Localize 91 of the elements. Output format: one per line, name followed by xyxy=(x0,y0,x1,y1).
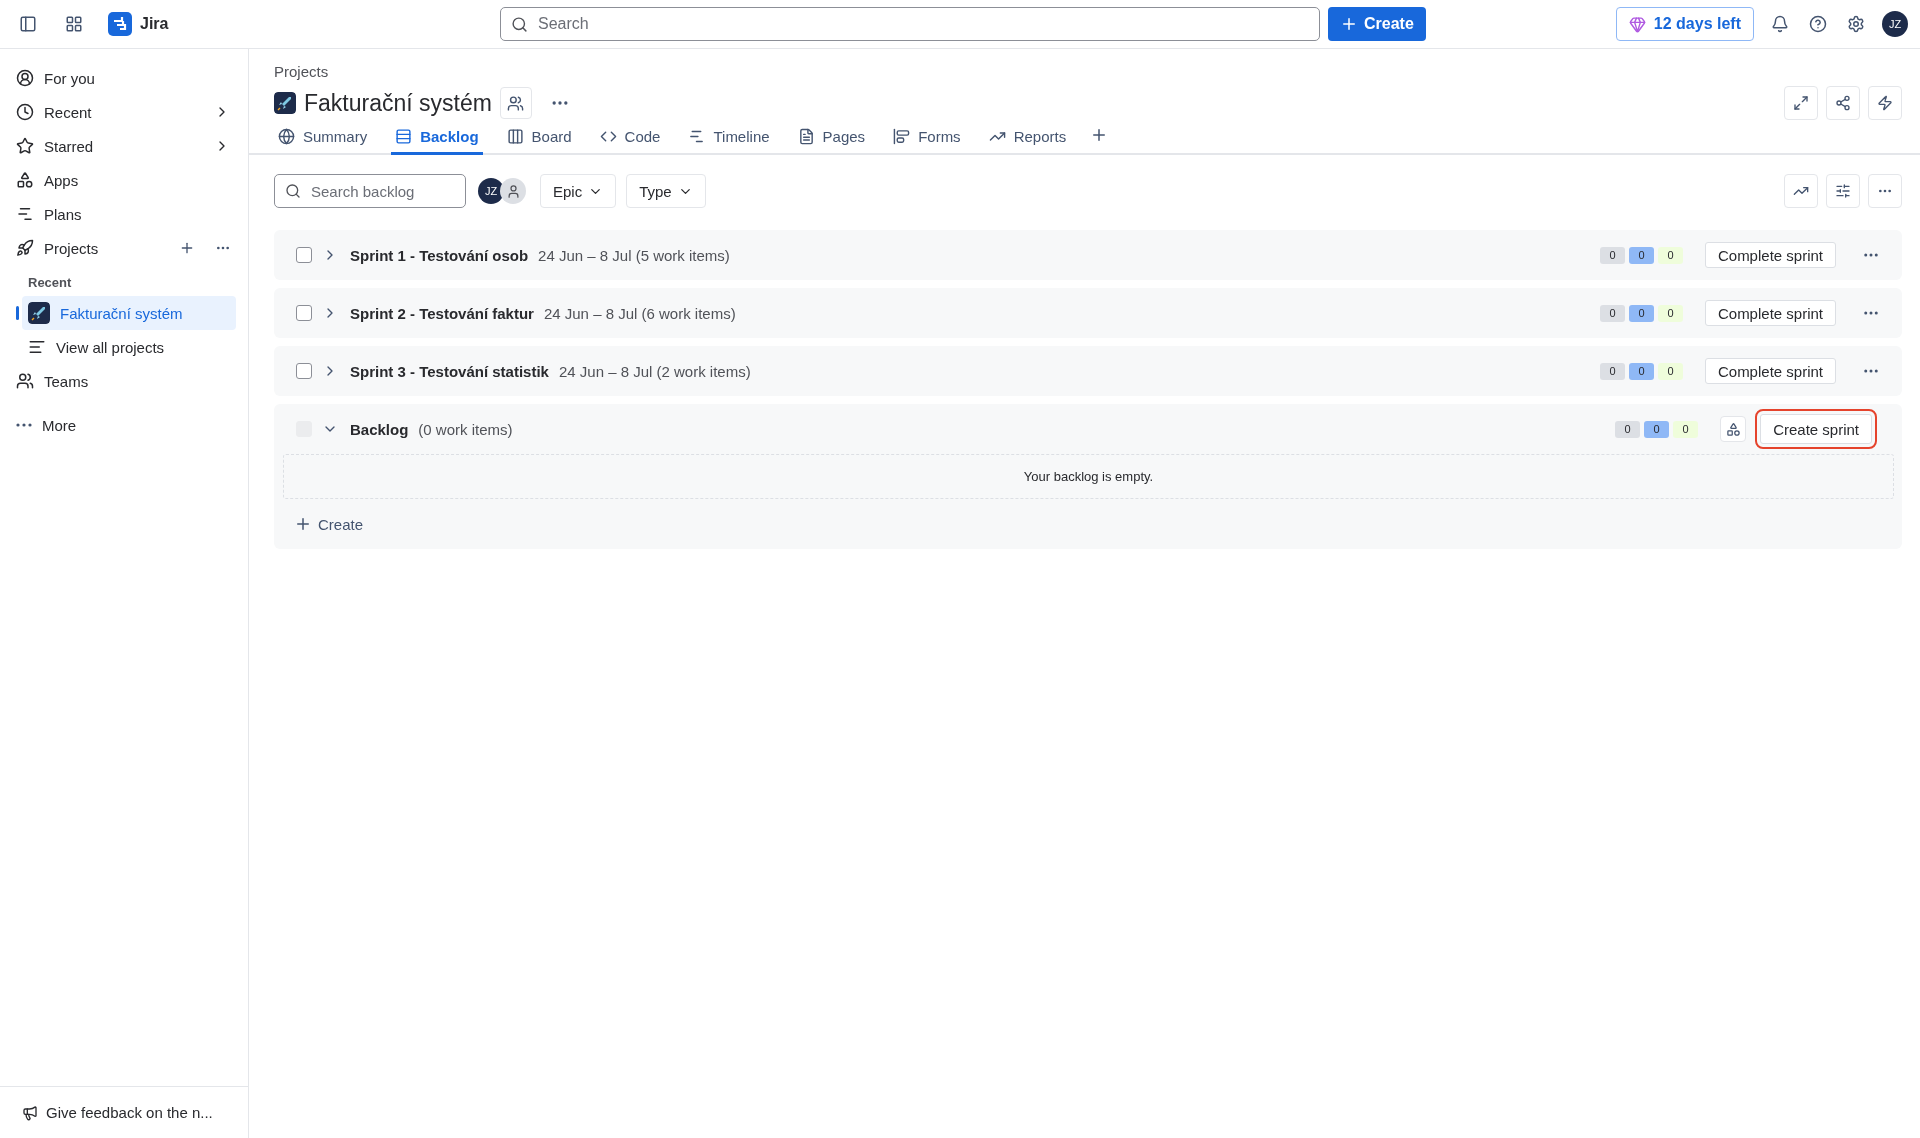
user-avatar[interactable]: JZ xyxy=(478,178,504,204)
count-badge: 0 xyxy=(1615,420,1641,438)
sprint-info: 24 Jun – 8 Jul (2 work items) xyxy=(558,362,751,380)
search-icon xyxy=(285,183,301,199)
person-avatar-icon[interactable] xyxy=(500,178,526,204)
tab-icon xyxy=(797,128,815,145)
tab[interactable]: Backlog xyxy=(391,128,483,155)
sidebar-item[interactable]: Recent xyxy=(16,95,236,129)
tab[interactable]: Reports xyxy=(984,128,1071,155)
user-avatar[interactable]: JZ xyxy=(1882,11,1908,37)
sidebar-item[interactable]: Teams xyxy=(16,364,236,398)
sprint-info: 24 Jun – 8 Jul (5 work items) xyxy=(538,246,730,264)
search-icon xyxy=(511,15,528,33)
sidebar-item[interactable]: More xyxy=(16,408,236,442)
sidebar-item[interactable]: Apps xyxy=(16,163,236,197)
sprint-title: Sprint 3 - Testování statistik xyxy=(350,362,549,380)
section-heading: Recent xyxy=(27,274,73,292)
rocket-icon xyxy=(16,239,34,257)
tab-icon xyxy=(893,128,911,145)
plus-icon xyxy=(294,515,312,533)
sidebar-item[interactable]: Projects xyxy=(16,231,236,265)
filter-dropdown[interactable]: Type xyxy=(626,174,706,208)
more-icon xyxy=(16,423,32,427)
app-name: Jira xyxy=(140,15,169,33)
count-badge: 0 xyxy=(1628,246,1654,264)
list-icon xyxy=(28,338,46,356)
lightning-icon[interactable] xyxy=(1868,86,1902,120)
nav-icon xyxy=(16,205,34,223)
rocket-icon xyxy=(28,302,50,324)
tab[interactable]: Summary xyxy=(274,128,372,155)
search-field[interactable]: Search xyxy=(500,7,1320,41)
sliders-icon[interactable] xyxy=(1826,174,1860,208)
people-icon[interactable] xyxy=(499,87,532,119)
tab[interactable]: Code xyxy=(595,128,665,155)
search-input[interactable]: Search xyxy=(536,14,1309,34)
count-badge: 0 xyxy=(1599,304,1625,322)
sprint-title: Sprint 1 - Testování osob xyxy=(350,246,529,264)
count-badge: 0 xyxy=(1628,362,1654,380)
search-input[interactable]: Search backlog xyxy=(309,181,455,201)
count-badge: 0 xyxy=(1657,362,1683,380)
sprint-title: Sprint 2 - Testování faktur xyxy=(350,304,534,322)
tab[interactable]: Forms xyxy=(889,128,965,155)
complete-sprint-button[interactable]: Complete sprint xyxy=(1704,358,1836,384)
tab[interactable]: Board xyxy=(502,128,576,155)
feedback-link[interactable]: Give feedback on the n... xyxy=(0,1086,248,1138)
count-badge: 0 xyxy=(1644,420,1670,438)
nav-icon xyxy=(16,372,34,390)
logo-icon[interactable] xyxy=(108,12,132,36)
count-badge: 0 xyxy=(1599,362,1625,380)
nav-icon xyxy=(16,69,34,87)
sprint-title: Backlog xyxy=(350,420,409,438)
tab-icon xyxy=(688,128,706,145)
count-badge: 0 xyxy=(1657,246,1683,264)
nav-icon xyxy=(16,103,34,121)
share-icon[interactable] xyxy=(1826,86,1860,120)
checkbox[interactable] xyxy=(296,247,312,263)
megaphone-icon xyxy=(22,1104,38,1121)
nav-icon xyxy=(16,171,34,189)
rocket-icon xyxy=(274,92,296,114)
count-badge: 0 xyxy=(1628,304,1654,322)
tab[interactable]: Timeline xyxy=(684,128,774,155)
tab-icon xyxy=(506,128,524,145)
checkbox[interactable] xyxy=(296,305,312,321)
complete-sprint-button[interactable]: Complete sprint xyxy=(1704,242,1836,268)
tab-icon xyxy=(395,128,413,145)
nav-icon xyxy=(16,137,34,155)
project-title: Fakturační systém xyxy=(304,89,492,117)
chart-icon[interactable] xyxy=(1784,174,1818,208)
sprint-info: (0 work items) xyxy=(418,420,513,438)
plus-icon xyxy=(1340,15,1358,33)
gem-icon xyxy=(1628,15,1646,33)
sidebar-item[interactable]: View all projects xyxy=(22,330,236,364)
count-badge: 0 xyxy=(1657,304,1683,322)
sidebar-item[interactable]: Starred xyxy=(16,129,236,163)
trial-button[interactable]: 12 days left xyxy=(1615,7,1754,41)
count-badge: 0 xyxy=(1599,246,1625,264)
sidebar-item[interactable]: Plans xyxy=(16,197,236,231)
expand-icon[interactable] xyxy=(1784,86,1818,120)
sprint-info: 24 Jun – 8 Jul (6 work items) xyxy=(543,304,736,322)
shapes-icon[interactable] xyxy=(1720,416,1747,442)
filter-dropdown[interactable]: Epic xyxy=(540,174,617,208)
search-backlog-field[interactable]: Search backlog xyxy=(274,174,466,208)
empty-message: Your backlog is empty. xyxy=(1023,469,1154,484)
tab[interactable]: Pages xyxy=(793,128,870,155)
checkbox[interactable] xyxy=(296,363,312,379)
breadcrumb-link[interactable]: Projects xyxy=(274,63,1902,80)
sidebar-item[interactable]: For you xyxy=(16,61,236,95)
count-badge: 0 xyxy=(1673,420,1699,438)
create-button[interactable]: Create xyxy=(1328,7,1426,41)
complete-sprint-button[interactable]: Complete sprint xyxy=(1704,300,1836,326)
tab-icon xyxy=(278,128,295,145)
